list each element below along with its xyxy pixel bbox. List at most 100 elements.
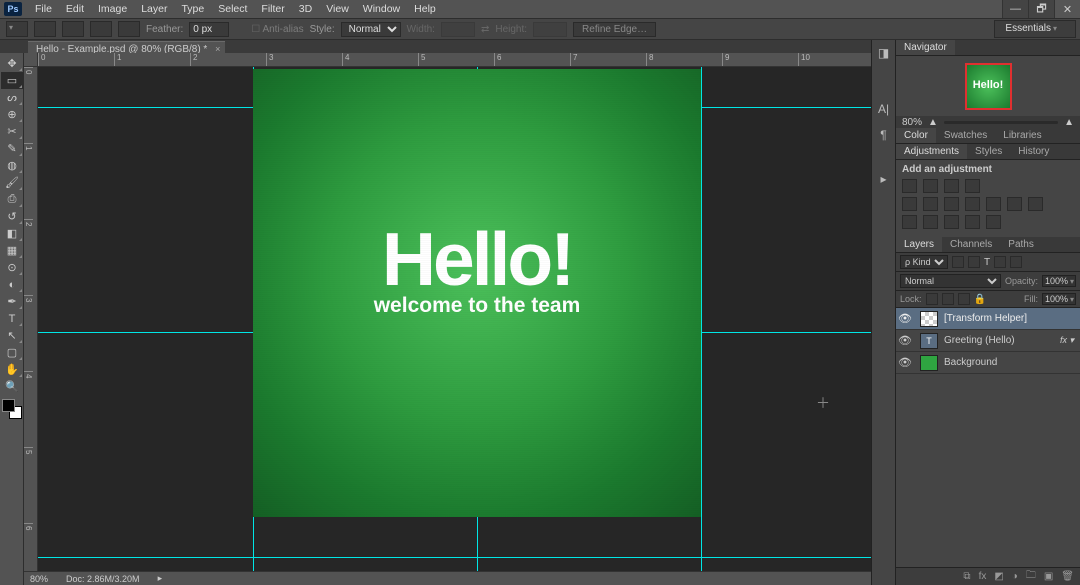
adj-photofilter-icon[interactable] (986, 197, 1001, 211)
layer-row[interactable]: 👁 T Greeting (Hello) fx ▾ (896, 330, 1080, 352)
lasso-tool[interactable]: ᔕ (1, 89, 23, 106)
window-close-button[interactable]: ✕ (1054, 0, 1080, 18)
strip-actions-icon[interactable]: ▸ (872, 166, 895, 192)
clone-stamp-tool[interactable]: ⎙ (1, 191, 23, 208)
adj-selectivecolor-icon[interactable] (986, 215, 1001, 229)
opacity-value[interactable]: 100% (1042, 275, 1076, 287)
menu-3d[interactable]: 3D (292, 1, 319, 17)
layer-filter-kind[interactable]: ρ Kind (900, 255, 948, 269)
layer-fx-icon[interactable]: fx (979, 571, 987, 582)
adj-channelmixer-icon[interactable] (1007, 197, 1022, 211)
adj-brightness-icon[interactable] (902, 179, 917, 193)
color-tab[interactable]: Color (896, 128, 936, 143)
feather-input[interactable] (189, 22, 229, 37)
adj-threshold-icon[interactable] (944, 215, 959, 229)
new-layer-icon[interactable]: ▣ (1044, 571, 1053, 582)
quick-selection-tool[interactable]: ⊕ (1, 106, 23, 123)
blur-tool[interactable]: ⊙ (1, 259, 23, 276)
history-tab[interactable]: History (1010, 144, 1057, 159)
layers-tab[interactable]: Layers (896, 237, 942, 252)
channels-tab[interactable]: Channels (942, 237, 1000, 252)
lock-pixels-icon[interactable] (942, 293, 954, 305)
history-brush-tool[interactable]: ↺ (1, 208, 23, 225)
adj-hue-icon[interactable] (923, 197, 938, 211)
adj-bw-icon[interactable] (965, 197, 980, 211)
visibility-toggle-icon[interactable]: 👁 (896, 356, 914, 369)
selection-add-icon[interactable] (62, 21, 84, 37)
new-fill-adjust-icon[interactable]: ◑ (1012, 571, 1018, 582)
menu-type[interactable]: Type (174, 1, 211, 17)
rectangular-marquee-tool[interactable]: ▭ (1, 72, 23, 89)
zoom-tool[interactable]: 🔍 (1, 378, 23, 395)
window-restore-button[interactable]: 🗗 (1028, 0, 1054, 18)
selection-intersect-icon[interactable] (118, 21, 140, 37)
guide-horizontal[interactable] (38, 557, 895, 558)
layer-mask-icon[interactable]: ◩ (994, 571, 1003, 582)
swatches-tab[interactable]: Swatches (936, 128, 995, 143)
canvas[interactable]: Hello! welcome to the team (253, 69, 701, 517)
menu-view[interactable]: View (319, 1, 356, 17)
gradient-tool[interactable]: ▦ (1, 242, 23, 259)
refine-edge-button[interactable]: Refine Edge… (573, 22, 656, 37)
menu-help[interactable]: Help (407, 1, 443, 17)
antialias-checkbox[interactable]: ☐ Anti-alias (251, 24, 303, 35)
foreground-color-swatch[interactable] (2, 399, 15, 412)
style-select[interactable]: Normal (341, 22, 401, 37)
filter-type-icon[interactable]: T (984, 257, 990, 268)
lock-all-icon[interactable]: 🔒 (974, 294, 986, 305)
adjustments-tab[interactable]: Adjustments (896, 144, 967, 159)
workspace-switcher[interactable]: Essentials (994, 20, 1076, 38)
ruler-horizontal[interactable]: 01234567891011 (38, 53, 895, 67)
visibility-toggle-icon[interactable]: 👁 (896, 334, 914, 347)
pen-tool[interactable]: ✒ (1, 293, 23, 310)
menu-image[interactable]: Image (91, 1, 134, 17)
navigator-tab[interactable]: Navigator (896, 40, 955, 55)
crop-tool[interactable]: ✂ (1, 123, 23, 140)
blend-mode-select[interactable]: Normal (900, 274, 1001, 288)
tool-preset-picker[interactable] (6, 21, 28, 37)
hand-tool[interactable]: ✋ (1, 361, 23, 378)
adj-exposure-icon[interactable] (965, 179, 980, 193)
strip-character-icon[interactable]: A| (872, 96, 895, 122)
layer-name[interactable]: [Transform Helper] (944, 313, 1074, 324)
libraries-tab[interactable]: Libraries (995, 128, 1049, 143)
type-tool[interactable]: T (1, 310, 23, 327)
foreground-background-color[interactable] (2, 399, 22, 419)
selection-subtract-icon[interactable] (90, 21, 112, 37)
eraser-tool[interactable]: ◧ (1, 225, 23, 242)
filter-adjust-icon[interactable] (968, 256, 980, 268)
selection-new-icon[interactable] (34, 21, 56, 37)
menu-filter[interactable]: Filter (254, 1, 291, 17)
spot-healing-tool[interactable]: ◍ (1, 157, 23, 174)
shape-tool[interactable]: ▢ (1, 344, 23, 361)
move-tool[interactable]: ✥ (1, 55, 23, 72)
menu-select[interactable]: Select (211, 1, 254, 17)
layer-thumbnail[interactable] (920, 355, 938, 371)
window-minimize-button[interactable]: — (1002, 0, 1028, 18)
path-selection-tool[interactable]: ↖ (1, 327, 23, 344)
navigator-thumbnail[interactable]: Hello! (965, 63, 1012, 110)
delete-layer-icon[interactable]: 🗑 (1061, 571, 1074, 582)
filter-shape-icon[interactable] (994, 256, 1006, 268)
ruler-origin[interactable] (24, 53, 38, 67)
ruler-vertical[interactable]: 01234567 (24, 67, 38, 571)
layer-thumbnail[interactable] (920, 311, 938, 327)
dodge-tool[interactable]: ◐ (1, 276, 23, 293)
adj-colorlookup-icon[interactable] (1028, 197, 1043, 211)
canvas-viewport[interactable]: Hello! welcome to the team ＋ (38, 67, 895, 571)
adj-gradientmap-icon[interactable] (965, 215, 980, 229)
adj-invert-icon[interactable] (902, 215, 917, 229)
zoom-in-icon[interactable]: ▲ (1064, 117, 1074, 128)
visibility-toggle-icon[interactable]: 👁 (896, 312, 914, 325)
layer-fx-badge[interactable]: fx ▾ (1060, 335, 1074, 346)
layer-row[interactable]: 👁 Background (896, 352, 1080, 374)
paths-tab[interactable]: Paths (1000, 237, 1042, 252)
strip-paragraph-icon[interactable]: ¶ (872, 122, 895, 148)
eyedropper-tool[interactable]: ✎ (1, 140, 23, 157)
filter-smart-icon[interactable] (1010, 256, 1022, 268)
lock-position-icon[interactable] (958, 293, 970, 305)
strip-histogram-icon[interactable]: ◨ (872, 40, 895, 66)
adj-curves-icon[interactable] (944, 179, 959, 193)
status-zoom[interactable]: 80% (30, 574, 48, 584)
status-play-icon[interactable]: ▸ (158, 573, 163, 584)
